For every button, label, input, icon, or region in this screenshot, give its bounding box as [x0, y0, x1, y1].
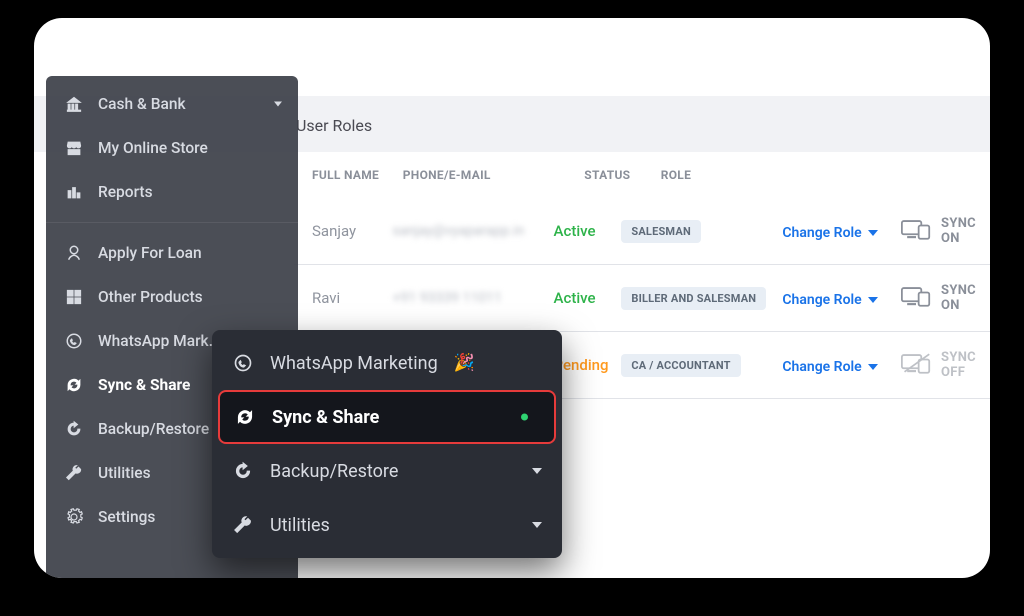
sidebar-item-other-products[interactable]: Other Products [46, 275, 298, 319]
devices-icon [901, 285, 931, 311]
change-role-label: Change Role [782, 292, 861, 308]
th-phone-email: PHONE/E-MAIL [403, 168, 585, 182]
table-row: Sanjay sanjay@vyaparapp.in Active SALESM… [294, 198, 990, 265]
sidebar-item-label: Cash & Bank [98, 95, 186, 113]
page-title: User Roles [296, 116, 372, 135]
cell-name: Sanjay [312, 222, 393, 240]
status-dot-icon [521, 414, 528, 421]
th-status: STATUS [584, 168, 660, 182]
chevron-down-icon [868, 230, 878, 236]
change-role-label: Change Role [782, 225, 861, 241]
restore-icon [232, 460, 254, 482]
chevron-down-icon [868, 364, 878, 370]
cell-status: Active [554, 222, 622, 240]
chevron-down-icon [532, 468, 542, 474]
th-role: ROLE [661, 168, 843, 182]
table-row: Ravi +91 93339 11011 Active BILLER AND S… [294, 265, 990, 332]
app-card: User Roles FULL NAME PHONE/E-MAIL STATUS… [34, 18, 990, 578]
cell-status: Pending [554, 356, 622, 374]
sidebar-item-label: Settings [98, 508, 155, 526]
whatsapp-icon [232, 352, 254, 374]
change-role-link[interactable]: Change Role [782, 292, 877, 308]
popup-item-label: Sync & Share [272, 407, 379, 428]
sidebar-item-online-store[interactable]: My Online Store [46, 126, 298, 170]
sidebar-divider [46, 222, 298, 223]
bank-icon [64, 94, 84, 114]
sidebar-item-label: WhatsApp Mark… [98, 332, 220, 350]
role-pill: CA / ACCOUNTANT [621, 354, 740, 377]
wrench-icon [64, 463, 84, 483]
th-full-name: FULL NAME [312, 168, 403, 182]
devices-off-icon [901, 352, 931, 378]
wrench-icon [232, 514, 254, 536]
table-header-row: FULL NAME PHONE/E-MAIL STATUS ROLE [294, 152, 990, 198]
sync-state: SYNC ON [941, 216, 976, 246]
popup-item-label: WhatsApp Marketing [270, 353, 438, 374]
cell-status: Active [554, 289, 622, 307]
sync-icon [64, 375, 84, 395]
products-icon [64, 287, 84, 307]
sync-state: SYNC OFF [941, 350, 976, 380]
sidebar-item-apply-loan[interactable]: Apply For Loan [46, 231, 298, 275]
role-pill: BILLER AND SALESMAN [621, 287, 766, 310]
role-pill: SALESMAN [621, 220, 701, 243]
popup-item-label: Utilities [270, 515, 330, 536]
popup-item-backup-restore[interactable]: Backup/Restore [212, 444, 562, 498]
cell-name: Ravi [312, 289, 393, 307]
sidebar-item-label: Reports [98, 183, 153, 201]
popup-item-whatsapp-marketing[interactable]: WhatsApp Marketing 🎉 [212, 336, 562, 390]
popup-item-sync-share[interactable]: Sync & Share [218, 390, 556, 444]
sync-state: SYNC ON [941, 283, 976, 313]
sidebar-item-label: Other Products [98, 288, 203, 306]
sidebar-item-label: Sync & Share [98, 376, 190, 394]
bars-icon [64, 182, 84, 202]
chevron-down-icon [274, 102, 282, 107]
whatsapp-icon [64, 331, 84, 351]
sidebar-item-cash-bank[interactable]: Cash & Bank [46, 82, 298, 126]
submenu-popup: WhatsApp Marketing 🎉 Sync & Share Backup… [212, 330, 562, 558]
chevron-down-icon [532, 522, 542, 528]
sidebar-item-label: Utilities [98, 464, 151, 482]
change-role-link[interactable]: Change Role [782, 359, 877, 375]
sidebar-item-label: Backup/Restore [98, 420, 209, 438]
change-role-label: Change Role [782, 359, 861, 375]
sidebar-item-label: My Online Store [98, 139, 208, 157]
cell-phone: sanjay@vyaparapp.in [393, 223, 554, 239]
chevron-down-icon [868, 297, 878, 303]
confetti-icon: 🎉 [454, 353, 475, 373]
store-icon [64, 138, 84, 158]
restore-icon [64, 419, 84, 439]
sidebar-item-label: Apply For Loan [98, 244, 202, 262]
change-role-link[interactable]: Change Role [782, 225, 877, 241]
popup-item-utilities[interactable]: Utilities [212, 498, 562, 552]
devices-icon [901, 218, 931, 244]
sync-icon [234, 406, 256, 428]
loan-icon [64, 243, 84, 263]
sidebar-item-reports[interactable]: Reports [46, 170, 298, 214]
gear-icon [64, 507, 84, 527]
popup-item-label: Backup/Restore [270, 461, 398, 482]
cell-phone: +91 93339 11011 [393, 290, 554, 306]
